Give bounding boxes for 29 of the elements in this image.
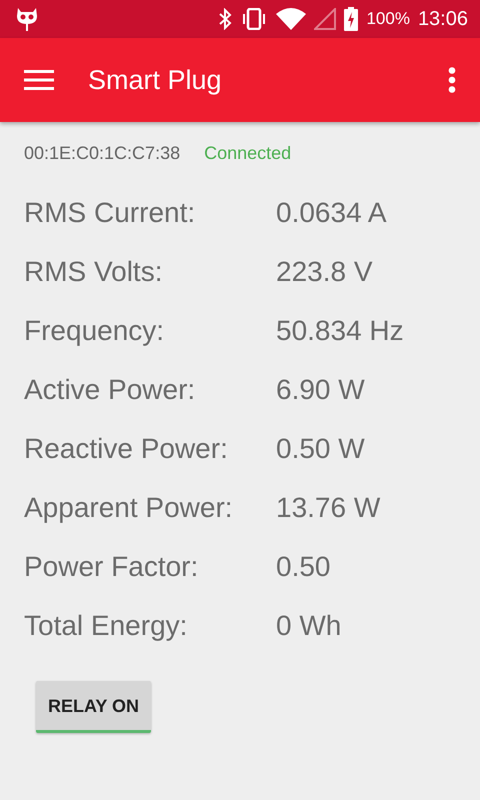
reading-label: Reactive Power: — [24, 432, 229, 466]
reading-value: 223.8 V — [276, 254, 373, 288]
reading-value: 6.90 W — [276, 372, 365, 406]
reading-label: Total Energy: — [24, 608, 188, 643]
menu-icon[interactable] — [24, 70, 54, 90]
battery-percentage: 100% — [366, 8, 410, 30]
reading-label: Power Factor: — [24, 550, 200, 584]
reading-value: 50.834 Hz — [276, 314, 404, 348]
signal-icon — [314, 8, 336, 30]
reading-label: RMS Volts: — [24, 254, 164, 288]
clock-time: 13:06 — [418, 7, 468, 32]
reading-value: 0 Wh — [276, 608, 342, 642]
connection-status: Connected — [204, 142, 292, 165]
robot-icon — [16, 6, 38, 32]
reading-value: 0.0634 A — [276, 196, 387, 230]
reading-label: Apparent Power: — [24, 490, 234, 525]
reading-label: Frequency: — [24, 314, 166, 348]
bluetooth-icon — [218, 8, 232, 30]
device-address: 00:1E:C0:1C:C7:38 — [24, 142, 180, 165]
app-title: Smart Plug — [88, 64, 222, 97]
wifi-icon — [276, 8, 306, 30]
reading-value: 13.76 W — [276, 490, 380, 524]
reading-value: 0.50 — [276, 550, 330, 584]
overflow-menu-icon[interactable] — [448, 67, 456, 93]
relay-button[interactable]: RELAY ON — [36, 681, 152, 733]
battery-icon — [344, 7, 358, 31]
reading-label: Active Power: — [24, 372, 196, 406]
reading-value: 0.50 W — [276, 432, 365, 466]
reading-label: RMS Current: — [24, 196, 196, 230]
